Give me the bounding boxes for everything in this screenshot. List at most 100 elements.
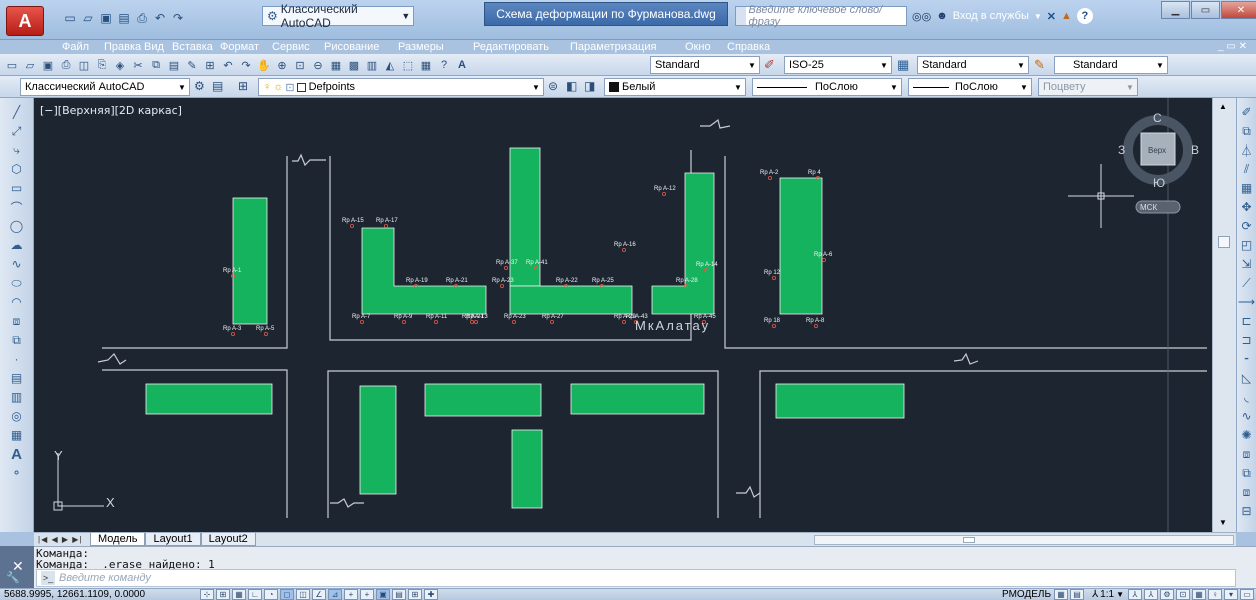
compass-north[interactable]: С: [1153, 111, 1162, 125]
lweight-icon[interactable]: +: [360, 589, 374, 600]
auto-scale-icon[interactable]: ⅄: [1144, 589, 1158, 600]
copy-icon[interactable]: ⧉: [148, 57, 164, 73]
exchange-icon[interactable]: ✕: [1047, 10, 1056, 23]
save-as-icon[interactable]: ▤: [116, 10, 132, 26]
properties-icon[interactable]: ▦: [328, 57, 344, 73]
dim-style-icon[interactable]: ✐: [764, 57, 775, 73]
chamfer-icon[interactable]: ◺: [1238, 370, 1256, 386]
grid-icon[interactable]: ▦: [232, 589, 246, 600]
markup-icon[interactable]: ⬚: [400, 57, 416, 73]
menu-item-5[interactable]: Сервис: [272, 41, 310, 53]
3d-icon[interactable]: ◈: [112, 57, 128, 73]
horizontal-scrollbar[interactable]: [814, 535, 1234, 545]
rectangle-icon[interactable]: ▭: [8, 180, 26, 196]
layer-manager-icon[interactable]: ▤: [212, 79, 223, 93]
arc-icon[interactable]: ⌒: [8, 199, 26, 215]
mleader-style-dropdown[interactable]: Standard ▼: [1054, 56, 1168, 74]
polygon-icon[interactable]: ⬡: [8, 161, 26, 177]
table-icon[interactable]: ▦: [8, 427, 26, 443]
ellipse-arc-icon[interactable]: ◠: [8, 294, 26, 310]
draworder-icon[interactable]: ⧈: [1238, 446, 1256, 462]
menu-item-10[interactable]: Окно: [685, 41, 711, 53]
open-icon[interactable]: ▱: [22, 57, 38, 73]
infer-constraints-icon[interactable]: ⊹: [200, 589, 214, 600]
linetype-dropdown[interactable]: ПоСлою ▼: [752, 78, 902, 96]
hatch-icon[interactable]: ▤: [8, 370, 26, 386]
line-icon[interactable]: ╱: [8, 104, 26, 120]
point-icon[interactable]: ·: [8, 351, 26, 367]
tab-navigation[interactable]: |◀ ◀ ▶ ▶|: [34, 535, 90, 544]
isolate-objects-icon[interactable]: ♀: [1208, 589, 1222, 600]
preview-icon[interactable]: ◫: [76, 57, 92, 73]
help-button[interactable]: ?: [1076, 8, 1093, 24]
polar-icon[interactable]: ◔: [264, 589, 278, 600]
drawing-canvas[interactable]: [−][Верхняя][2D каркас] Rp A-15 Rp A-17 …: [34, 98, 1212, 532]
search-input[interactable]: Введите ключевое слово/фразу: [735, 4, 907, 28]
save-icon[interactable]: ▣: [40, 57, 56, 73]
blend-icon[interactable]: ∿: [1238, 408, 1256, 424]
undo-icon[interactable]: ↶: [220, 57, 236, 73]
pan-icon[interactable]: ✋: [256, 57, 272, 73]
dim-style-dropdown[interactable]: ISO-25 ▼: [784, 56, 892, 74]
redo-icon[interactable]: ↷: [170, 10, 186, 26]
sc-icon[interactable]: ⊞: [408, 589, 422, 600]
design-center-icon[interactable]: ▩: [346, 57, 362, 73]
mirror-icon[interactable]: ⏃: [1238, 142, 1256, 158]
paste-icon[interactable]: ▤: [166, 57, 182, 73]
scroll-up-icon[interactable]: ▲: [1219, 102, 1227, 111]
compass-west[interactable]: З: [1118, 143, 1125, 157]
tab-layout1[interactable]: Layout1: [145, 533, 201, 546]
hardware-accel-icon[interactable]: ▦: [1192, 589, 1206, 600]
text-style-icon[interactable]: A: [454, 57, 470, 73]
menu-item-11[interactable]: Справка: [727, 41, 770, 53]
wrench-icon[interactable]: 🔧: [6, 571, 20, 584]
text-style-dropdown[interactable]: Standard ▼: [650, 56, 760, 74]
region-icon[interactable]: ◎: [8, 408, 26, 424]
save-icon[interactable]: ▣: [98, 10, 114, 26]
workspace-settings-icon[interactable]: ⚙: [194, 79, 205, 93]
plot-icon[interactable]: ⎙: [58, 57, 74, 73]
workspace-dropdown-2[interactable]: Классический AutoCAD ▼: [20, 78, 190, 96]
workspace-switch-icon[interactable]: ⚙: [1160, 589, 1174, 600]
insert-block-icon[interactable]: ⧈: [8, 313, 26, 329]
model-space-toggle[interactable]: РМОДЕЛЬ: [1002, 589, 1051, 600]
layer-dropdown[interactable]: ♀ ☼ ⊡ Defpoints ▼: [258, 78, 544, 96]
make-block-icon[interactable]: ⧉: [8, 332, 26, 348]
otrack-icon[interactable]: ∠: [312, 589, 326, 600]
make-current-icon[interactable]: ⊜: [548, 79, 558, 93]
viewcube[interactable]: Верх С Ю З В МСК: [1118, 111, 1199, 214]
move-icon[interactable]: ✥: [1238, 199, 1256, 215]
scroll-down-icon[interactable]: ▼: [1219, 518, 1227, 527]
copy-object-icon[interactable]: ⧉: [1238, 123, 1256, 139]
snap-icon[interactable]: ⊞: [216, 589, 230, 600]
lineweight-dropdown[interactable]: ПоСлою ▼: [908, 78, 1032, 96]
gradient-icon[interactable]: ▥: [8, 389, 26, 405]
command-input[interactable]: >_ Введите команду: [36, 569, 1236, 587]
zoom-window-icon[interactable]: ⊡: [292, 57, 308, 73]
annotation-visibility-icon[interactable]: ⅄: [1128, 589, 1142, 600]
explode-icon[interactable]: ✺: [1238, 427, 1256, 443]
circle-icon[interactable]: ◯: [8, 218, 26, 234]
vertical-scrollbar[interactable]: ▲ ▼: [1212, 98, 1236, 532]
binoculars-icon[interactable]: ◎◎: [912, 10, 931, 23]
new-icon[interactable]: ▭: [62, 10, 78, 26]
menu-item-3[interactable]: Вставка: [172, 41, 213, 53]
table-style-icon[interactable]: ▦: [897, 57, 909, 73]
dyn-icon[interactable]: +: [344, 589, 358, 600]
open-icon[interactable]: ▱: [80, 10, 96, 26]
offset-icon[interactable]: ⫽: [1238, 161, 1256, 177]
compass-east[interactable]: В: [1191, 143, 1199, 157]
color-dropdown[interactable]: Белый ▼: [604, 78, 746, 96]
scroll-thumb[interactable]: [1218, 236, 1230, 248]
polyline-icon[interactable]: ⤷: [8, 142, 26, 158]
sheet-set-icon[interactable]: ◭: [382, 57, 398, 73]
match-properties-icon[interactable]: ✎: [184, 57, 200, 73]
status-menu-icon[interactable]: ▾: [1224, 589, 1238, 600]
menu-item-1[interactable]: Правка: [104, 41, 141, 53]
minimize-button[interactable]: ▁: [1161, 1, 1190, 19]
command-prompt-icon[interactable]: >_: [41, 571, 55, 585]
close-button[interactable]: ✕: [1221, 1, 1256, 19]
lock-ui-icon[interactable]: ⊡: [1176, 589, 1190, 600]
redo-icon[interactable]: ↷: [238, 57, 254, 73]
layer-previous-icon[interactable]: ◧: [566, 79, 577, 93]
